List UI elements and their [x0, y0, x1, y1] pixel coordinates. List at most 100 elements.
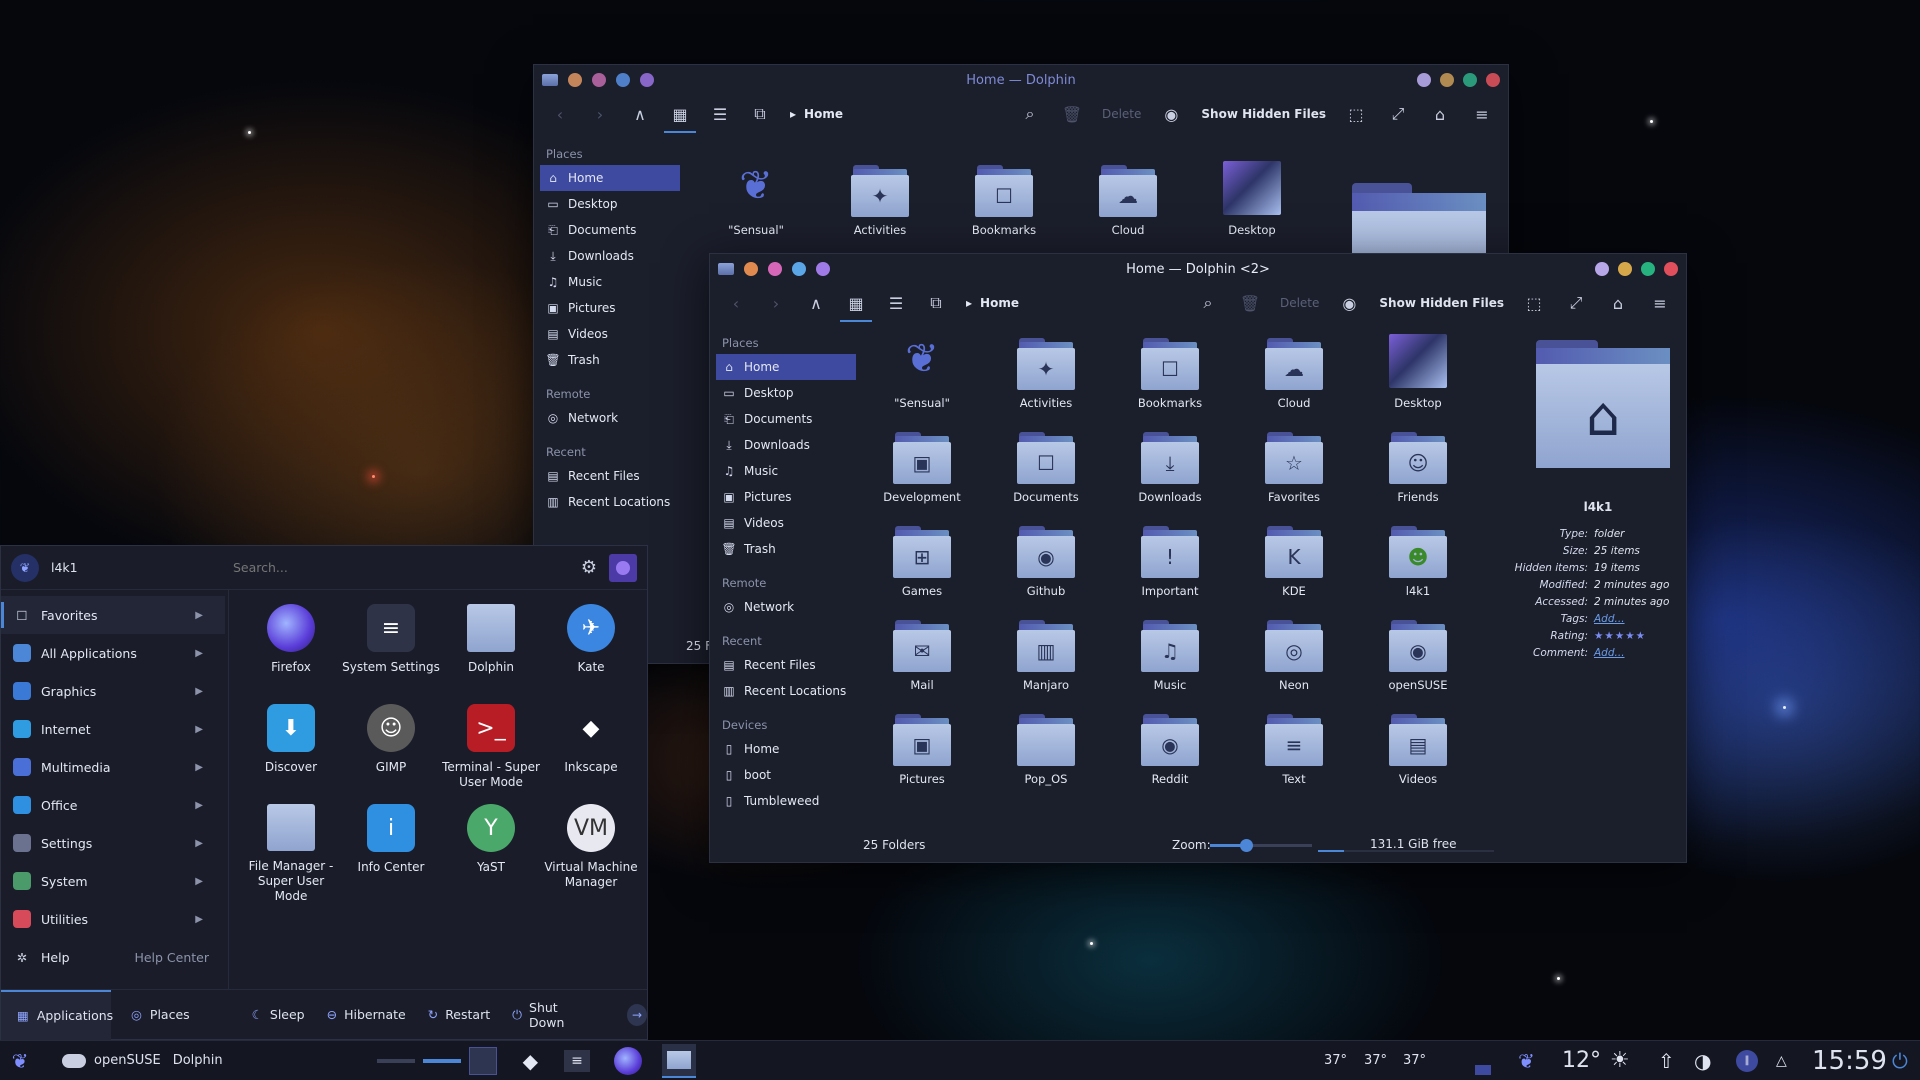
- category-item[interactable]: Utilities ▶: [1, 900, 225, 938]
- place-documents[interactable]: ⎗ Documents: [540, 217, 680, 243]
- show-hidden-files-button[interactable]: Show Hidden Files: [1195, 107, 1332, 121]
- app-item[interactable]: Firefox: [241, 604, 341, 704]
- place-desktop[interactable]: ▭ Desktop: [540, 191, 680, 217]
- delete-button[interactable]: Delete: [1096, 107, 1147, 121]
- power-icon[interactable]: ⏻: [1892, 1049, 1908, 1073]
- file-item[interactable]: ✦ Activities: [818, 161, 942, 237]
- updates-icon[interactable]: ⇧: [1658, 1049, 1675, 1073]
- home-icon[interactable]: ⌂: [1422, 99, 1458, 129]
- back-icon[interactable]: ‹: [718, 288, 754, 318]
- file-item[interactable]: ❦ "Sensual": [694, 161, 818, 237]
- place-pictures[interactable]: ▣ Pictures: [716, 484, 856, 510]
- hibernate-button[interactable]: ⊖ Hibernate: [327, 1007, 406, 1022]
- category-item[interactable]: Graphics ▶: [1, 672, 225, 710]
- category-item[interactable]: ☐ Favorites ▶: [1, 596, 225, 634]
- window-dot[interactable]: [816, 262, 830, 276]
- file-item[interactable]: ☐ Documents: [984, 428, 1108, 522]
- category-item[interactable]: Multimedia ▶: [1, 748, 225, 786]
- place-network[interactable]: ◎ Network: [716, 594, 856, 620]
- close-button[interactable]: [1664, 262, 1678, 276]
- category-item[interactable]: All Applications ▶: [1, 634, 225, 672]
- forward-icon[interactable]: ›: [758, 288, 794, 318]
- delete-button[interactable]: Delete: [1274, 296, 1325, 310]
- forward-icon[interactable]: ›: [582, 99, 618, 129]
- file-item[interactable]: ⊞ Games: [860, 522, 984, 616]
- restart-button[interactable]: ↻ Restart: [428, 1007, 490, 1022]
- weather-temp[interactable]: 12°: [1562, 1048, 1601, 1073]
- settings-icon[interactable]: ⚙: [581, 557, 597, 578]
- file-item[interactable]: ☐ Bookmarks: [1108, 334, 1232, 428]
- file-item[interactable]: ❦ "Sensual": [860, 334, 984, 428]
- app-item[interactable]: ≡ System Settings: [341, 604, 441, 704]
- task-opensuse[interactable]: openSUSE: [62, 1053, 161, 1068]
- inkscape-icon[interactable]: ◆: [523, 1049, 538, 1073]
- file-item[interactable]: ☆ Favorites: [1232, 428, 1356, 522]
- file-item[interactable]: ✦ Activities: [984, 334, 1108, 428]
- expand-icon[interactable]: ⤢: [1558, 288, 1594, 318]
- file-item[interactable]: ▥ Manjaro: [984, 616, 1108, 710]
- app-item[interactable]: >_ Terminal - Super User Mode: [441, 704, 541, 804]
- category-item[interactable]: Internet ▶: [1, 710, 225, 748]
- place-home[interactable]: ⌂ Home: [716, 354, 856, 380]
- app-item[interactable]: ☺ GIMP: [341, 704, 441, 804]
- up-icon[interactable]: ∧: [622, 99, 658, 129]
- tray-expand-icon[interactable]: △: [1776, 1053, 1787, 1069]
- breadcrumb[interactable]: Home: [804, 107, 843, 121]
- sun-icon[interactable]: ☀: [1610, 1048, 1630, 1073]
- file-item[interactable]: ◉ openSUSE: [1356, 616, 1480, 710]
- window-dot[interactable]: [1417, 73, 1431, 87]
- place-music[interactable]: ♫ Music: [540, 269, 680, 295]
- file-item[interactable]: ♫ Music: [1108, 616, 1232, 710]
- file-item[interactable]: ▤ Videos: [1356, 710, 1480, 804]
- file-item[interactable]: ▣ Pictures: [860, 710, 984, 804]
- home-icon[interactable]: ⌂: [1600, 288, 1636, 318]
- zoom-slider-handle[interactable]: [1239, 839, 1253, 852]
- window-dot[interactable]: [768, 262, 782, 276]
- file-item[interactable]: ☺ Friends: [1356, 428, 1480, 522]
- app-item[interactable]: ◆ Inkscape: [541, 704, 641, 804]
- back-icon[interactable]: ‹: [542, 99, 578, 129]
- expand-icon[interactable]: ⤢: [1380, 99, 1416, 129]
- place-recent-locations[interactable]: ▥ Recent Locations: [540, 489, 680, 515]
- place-recent-locations[interactable]: ▥ Recent Locations: [716, 678, 856, 704]
- app-item[interactable]: Dolphin: [441, 604, 541, 704]
- file-item[interactable]: Desktop: [1356, 334, 1480, 428]
- place-documents[interactable]: ⎗ Documents: [716, 406, 856, 432]
- tab-places[interactable]: ◎ Places: [111, 1007, 190, 1022]
- window-dot[interactable]: [1440, 73, 1454, 87]
- place-music[interactable]: ♫ Music: [716, 458, 856, 484]
- split-view-icon[interactable]: ⧉: [918, 288, 954, 318]
- sleep-button[interactable]: ☾ Sleep: [252, 1007, 305, 1022]
- window-dot[interactable]: [792, 262, 806, 276]
- place-videos[interactable]: ▤ Videos: [540, 321, 680, 347]
- search-icon[interactable]: ⌕: [1012, 99, 1048, 129]
- file-item[interactable]: ☁ Cloud: [1232, 334, 1356, 428]
- file-item[interactable]: Pop_OS: [984, 710, 1108, 804]
- up-icon[interactable]: ∧: [798, 288, 834, 318]
- weather-emblem-icon[interactable]: ❦: [1518, 1049, 1535, 1073]
- show-hidden-files-button[interactable]: Show Hidden Files: [1373, 296, 1510, 310]
- dolphin-icon[interactable]: [662, 1043, 696, 1078]
- select-icon[interactable]: ⬚: [1516, 288, 1552, 318]
- rating-stars[interactable]: ★★★★★: [1594, 630, 1646, 647]
- menu-icon[interactable]: ≡: [1464, 99, 1500, 129]
- file-item[interactable]: ☻ l4k1: [1356, 522, 1480, 616]
- window-dot[interactable]: [744, 262, 758, 276]
- split-view-icon[interactable]: ⧉: [742, 99, 778, 129]
- search-icon[interactable]: ⌕: [1190, 288, 1226, 318]
- device-home[interactable]: ▯ Home: [716, 736, 856, 762]
- menu-icon[interactable]: ≡: [1642, 288, 1678, 318]
- select-icon[interactable]: ⬚: [1338, 99, 1374, 129]
- place-home[interactable]: ⌂ Home: [540, 165, 680, 191]
- titlebar[interactable]: Home — Dolphin: [534, 65, 1508, 95]
- pin-icon[interactable]: [609, 553, 638, 582]
- file-item[interactable]: ☁ Cloud: [1066, 161, 1190, 237]
- app-item[interactable]: Y YaST: [441, 804, 541, 904]
- info-value[interactable]: Add...: [1594, 613, 1625, 630]
- launcher-button[interactable]: ❦: [0, 1041, 40, 1080]
- desktop-2[interactable]: [422, 1058, 461, 1063]
- file-item[interactable]: ✉ Mail: [860, 616, 984, 710]
- icons-view-icon[interactable]: ▦: [662, 99, 698, 133]
- maximize-button[interactable]: [1463, 73, 1477, 87]
- breadcrumb[interactable]: Home: [980, 296, 1019, 310]
